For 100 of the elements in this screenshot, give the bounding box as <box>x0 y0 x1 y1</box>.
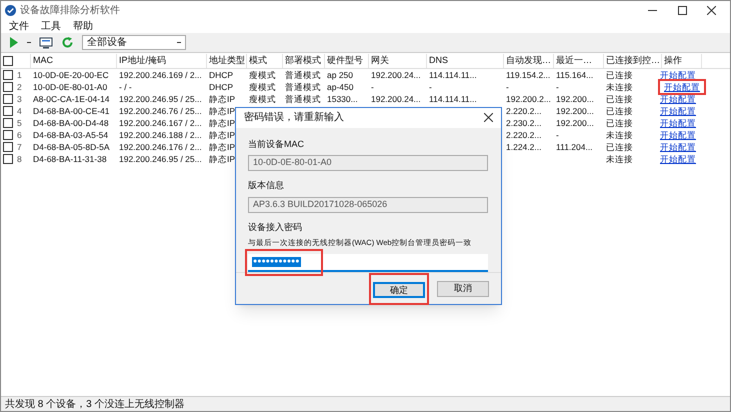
mac-field: 10-0D-0E-80-01-A0 <box>248 155 488 171</box>
column-header[interactable]: 模式 <box>249 54 267 68</box>
configure-link[interactable]: 开始配置 <box>658 70 698 80</box>
column-header[interactable]: IP地址/掩码 <box>119 54 166 68</box>
table-cell: 未连接 <box>606 130 633 140</box>
table-cell: 10-0D-0E-80-01-A0 <box>33 82 108 92</box>
play-icon[interactable] <box>9 37 19 48</box>
configure-link[interactable]: 开始配置 <box>658 142 698 152</box>
table-cell: 119.154.2... <box>506 70 550 80</box>
table-cell: D4-68-BA-03-A5-54 <box>33 130 108 140</box>
table-cell: 已连接 <box>606 118 633 128</box>
refresh-icon[interactable] <box>61 36 74 49</box>
table-cell: 192.200... <box>556 118 594 128</box>
checkbox[interactable] <box>3 56 13 66</box>
dialog-title: 密码错误，请重新输入 <box>244 110 344 126</box>
row-number: 5 <box>17 116 22 130</box>
table-cell: 普通模式 <box>285 94 321 104</box>
table-cell: 192.200... <box>556 94 594 104</box>
table-cell: 瘦模式 <box>249 82 276 92</box>
menu-item[interactable]: 帮助 <box>73 18 93 34</box>
column-header[interactable]: 最近一… <box>556 54 592 68</box>
table-cell: - <box>556 130 559 140</box>
row-number: 8 <box>17 152 22 166</box>
configure-link[interactable]: 开始配置 <box>658 106 698 116</box>
table-cell: - <box>429 82 432 92</box>
column-header[interactable]: MAC <box>33 54 53 68</box>
checkbox[interactable] <box>3 118 13 128</box>
menu-item[interactable]: 工具 <box>41 18 61 34</box>
table-cell: 2.220.2... <box>506 106 542 116</box>
menu-item[interactable]: 文件 <box>9 18 29 34</box>
field-label: 版本信息 <box>248 179 285 192</box>
configure-link[interactable]: 开始配置 <box>658 94 698 104</box>
table-cell: 115.164... <box>556 70 594 80</box>
configure-link[interactable]: 开始配置 <box>658 118 698 128</box>
ok-button[interactable]: 确定 <box>373 282 425 298</box>
table-cell: 已连接 <box>606 94 633 104</box>
table-cell: 192.200.246.169 / 2... <box>119 70 202 80</box>
column-header[interactable]: 地址类型 <box>209 54 245 68</box>
checkbox[interactable] <box>3 94 13 104</box>
close-icon[interactable] <box>707 6 716 14</box>
table-cell: 2.220.2... <box>506 130 542 140</box>
table-cell: 瘦模式 <box>249 70 276 80</box>
row-number: 7 <box>17 140 22 154</box>
table-cell: 114.114.11... <box>429 94 477 104</box>
configure-link[interactable]: 开始配置 <box>662 82 702 92</box>
table-cell: ap-450 <box>327 82 354 92</box>
table-cell: - <box>506 82 509 92</box>
table-cell: 192.200.246.95 / 25... <box>119 94 202 104</box>
configure-link[interactable]: 开始配置 <box>658 130 698 140</box>
field-label: 设备接入密码 <box>248 220 303 234</box>
column-header[interactable]: DNS <box>429 54 448 68</box>
table-cell: 10-0D-0E-20-00-EC <box>33 70 109 80</box>
table-cell: 静态IP <box>209 142 236 152</box>
window-title: 设备故障排除分析软件 <box>20 4 120 18</box>
table-cell: - <box>371 82 374 92</box>
table-cell: 1.224.2... <box>506 142 542 152</box>
configure-link[interactable]: 开始配置 <box>658 154 698 164</box>
table-cell: 普通模式 <box>285 82 321 92</box>
table-cell: D4-68-BA-11-31-38 <box>33 154 107 164</box>
checkbox[interactable] <box>3 82 13 92</box>
table-cell: 未连接 <box>606 82 633 92</box>
row-number: 6 <box>17 128 22 142</box>
checkbox[interactable] <box>3 70 13 80</box>
table-cell: 192.200... <box>556 106 594 116</box>
table-cell: 192.200.246.95 / 25... <box>119 154 202 164</box>
table-cell: 192.200.24... <box>371 94 421 104</box>
checkbox[interactable] <box>3 154 13 164</box>
checkbox[interactable] <box>3 106 13 116</box>
table-cell: A8-0C-CA-1E-04-14 <box>33 94 110 104</box>
table-cell: 普通模式 <box>285 70 321 80</box>
cancel-button[interactable]: 取消 <box>437 280 489 296</box>
column-header[interactable]: 操作 <box>664 54 682 68</box>
table-cell: 192.200.246.76 / 25... <box>119 106 202 116</box>
table-cell: 静态IP <box>209 130 236 140</box>
table-cell: 静态IP <box>209 94 236 104</box>
monitor-icon[interactable] <box>39 36 53 48</box>
close-icon[interactable] <box>484 113 493 122</box>
table-cell: D4-68-BA-00-D4-48 <box>33 118 109 128</box>
row-number: 1 <box>17 68 22 82</box>
table-cell: 2.230.2... <box>506 118 542 128</box>
status-text: 共发现 8 个设备，3 个没连上无线控制器 <box>5 398 184 411</box>
table-cell: 15330... <box>327 94 358 104</box>
table-cell: 已连接 <box>606 70 633 80</box>
table-cell: 瘦模式 <box>249 94 276 104</box>
column-header[interactable]: 已连接到控… <box>606 54 660 68</box>
checkbox[interactable] <box>3 130 13 140</box>
app-icon <box>5 4 16 16</box>
table-cell: 静态IP <box>209 118 236 128</box>
device-filter-dropdown[interactable]: 全部设备 <box>82 35 186 50</box>
table-cell: 静态IP <box>209 106 236 116</box>
version-field: AP3.6.3 BUILD20171028-065026 <box>248 196 488 212</box>
checkbox[interactable] <box>3 142 13 152</box>
column-header[interactable]: 硬件型号 <box>327 54 363 68</box>
row-number: 4 <box>17 104 22 118</box>
table-cell: 192.200.246.188 / 2... <box>119 130 202 140</box>
table-cell: - / - <box>119 82 132 92</box>
column-header[interactable]: 网关 <box>371 54 389 68</box>
column-header[interactable]: 部署模式 <box>285 54 321 68</box>
column-header[interactable]: 自动发现… <box>506 54 551 68</box>
table-cell: 已连接 <box>606 142 633 152</box>
